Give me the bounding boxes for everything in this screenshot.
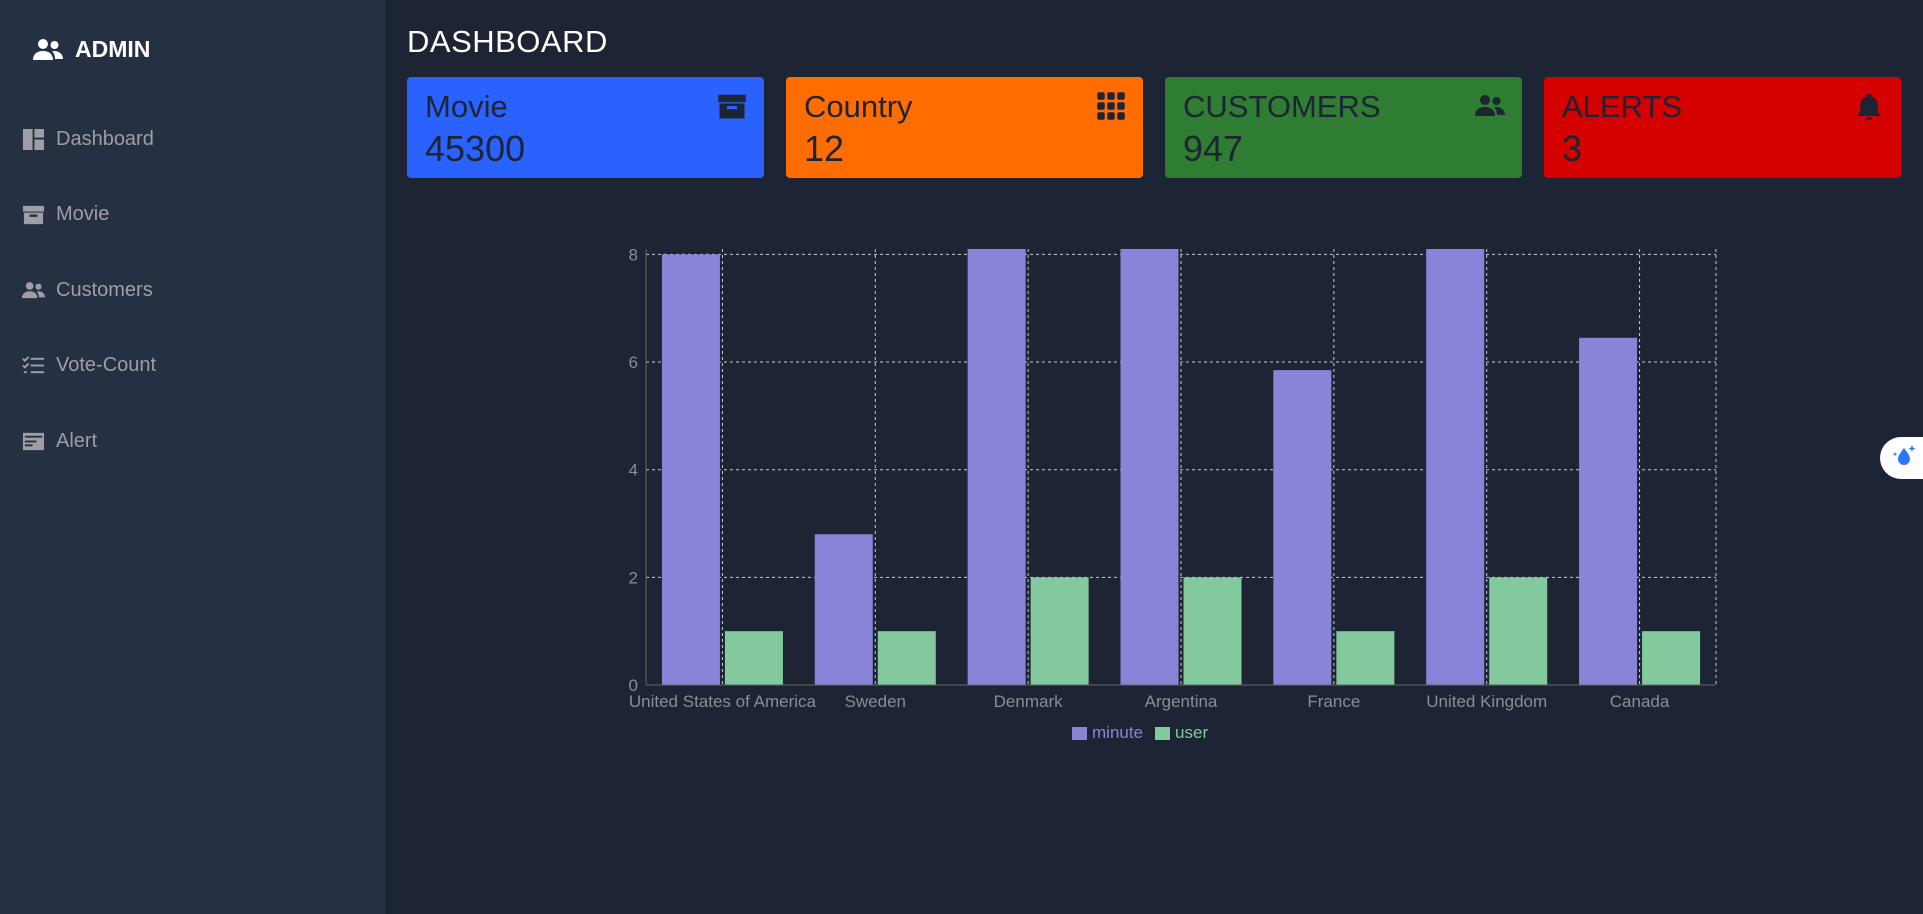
bell-icon xyxy=(1854,91,1884,121)
droplet-sparkle-icon xyxy=(1891,442,1919,475)
sidebar-item-label: Dashboard xyxy=(56,128,154,150)
bar-minute xyxy=(1273,370,1332,685)
bar-chart-svg: 02468United States of America Sweden Denma… xyxy=(629,245,1717,711)
sidebar-item-dashboard[interactable]: Dashboard xyxy=(22,128,154,151)
users-icon xyxy=(33,38,63,62)
bar-user xyxy=(877,631,936,685)
sidebar-item-customers[interactable]: Customers xyxy=(22,279,153,302)
bar-chart: 0 2 4 6 8 United States of America Sweden Denma… xyxy=(600,230,1750,770)
list-check-icon xyxy=(22,354,45,377)
y-tick-label: 6 xyxy=(629,353,638,372)
bar-user xyxy=(1030,577,1089,685)
legend-item-user[interactable]: user xyxy=(1155,723,1208,743)
bar-user xyxy=(1183,577,1242,685)
card-label: ALERTS xyxy=(1562,89,1683,124)
x-tick-label: United Kingdom xyxy=(1426,692,1547,711)
sidebar-item-alert[interactable]: Alert xyxy=(22,430,97,453)
legend-label: minute xyxy=(1092,723,1144,742)
alert-card-icon xyxy=(22,430,45,453)
sidebar-item-label: Customers xyxy=(56,279,153,301)
archive-icon xyxy=(717,91,747,121)
stat-card-movie[interactable]: Movie 45300 xyxy=(407,77,764,178)
card-label: CUSTOMERS xyxy=(1183,89,1381,124)
legend-label: user xyxy=(1175,723,1209,742)
card-label: Country xyxy=(804,89,913,124)
users-icon xyxy=(22,279,45,302)
x-tick-label: France xyxy=(1307,692,1360,711)
grid-icon xyxy=(1096,91,1126,121)
page-title: DASHBOARD xyxy=(407,24,608,59)
legend-swatch-user xyxy=(1155,726,1171,740)
bar-minute xyxy=(1426,249,1485,685)
bar-user xyxy=(1336,631,1395,685)
chart-legend: minute user xyxy=(1072,723,1208,743)
sidebar-item-label: Vote-Count xyxy=(56,354,157,376)
floating-widget-button[interactable] xyxy=(1880,437,1923,479)
sidebar-item-label: Alert xyxy=(56,430,98,452)
bar-minute xyxy=(1579,337,1638,685)
card-value: 947 xyxy=(1183,128,1244,169)
stat-card-alerts[interactable]: ALERTS 3 xyxy=(1544,77,1901,178)
x-tick-label: Argentina xyxy=(1145,692,1218,711)
users-icon xyxy=(1475,91,1505,121)
dashboard-icon xyxy=(22,128,45,151)
x-tick-label: Sweden xyxy=(845,692,906,711)
bar-user xyxy=(1642,631,1701,685)
card-value: 45300 xyxy=(425,128,526,169)
x-tick-label: Canada xyxy=(1610,692,1670,711)
sidebar-item-movie[interactable]: Movie xyxy=(22,203,109,226)
bar-minute xyxy=(661,254,720,685)
sidebar: ADMIN Dashboard Movie Customers Vote-Cou… xyxy=(0,0,385,914)
x-tick-label: United States of America xyxy=(629,692,817,711)
app: ADMIN Dashboard Movie Customers Vote-Cou… xyxy=(0,0,1923,914)
sidebar-item-vote-count[interactable]: Vote-Count xyxy=(22,354,156,377)
legend-item-minute[interactable]: minute xyxy=(1072,723,1143,743)
legend-swatch-minute xyxy=(1072,726,1087,740)
bar-user xyxy=(1489,577,1548,685)
sidebar-brand: ADMIN xyxy=(33,36,150,63)
x-tick-label: Denmark xyxy=(994,692,1063,711)
bar-minute xyxy=(1120,249,1179,685)
sidebar-item-label: Movie xyxy=(56,203,110,225)
brand-label: ADMIN xyxy=(75,36,151,62)
stat-card-customers[interactable]: CUSTOMERS 947 xyxy=(1165,77,1522,178)
bar-minute xyxy=(967,249,1026,685)
y-tick-label: 2 xyxy=(629,568,638,587)
bar-user xyxy=(724,631,783,685)
card-label: Movie xyxy=(425,89,508,124)
card-value: 3 xyxy=(1562,128,1583,169)
stat-card-country[interactable]: Country 12 xyxy=(786,77,1143,178)
archive-icon xyxy=(22,203,45,226)
y-tick-label: 4 xyxy=(629,461,638,480)
card-value: 12 xyxy=(804,128,845,169)
bar-minute xyxy=(814,534,873,685)
y-tick-label: 8 xyxy=(629,245,638,264)
